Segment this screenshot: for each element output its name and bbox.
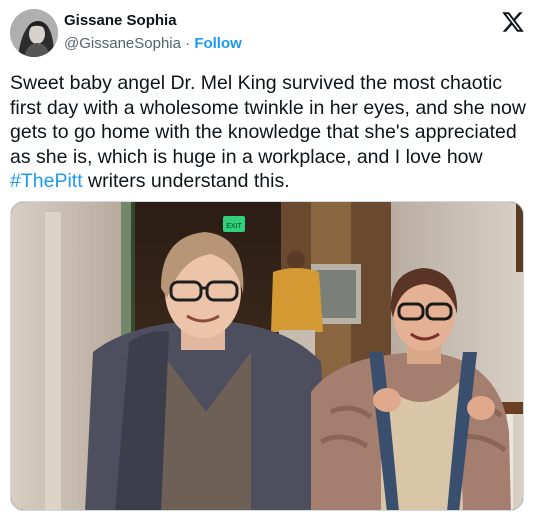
- author-display-name[interactable]: Gissane Sophia: [64, 12, 177, 29]
- avatar-photo-icon: [10, 9, 58, 57]
- tweet-text: Sweet baby angel Dr. Mel King survived t…: [10, 71, 530, 194]
- exit-sign-text: EXIT: [226, 223, 242, 230]
- author-handle-row: @GissaneSophia · Follow: [64, 35, 242, 52]
- x-logo-icon[interactable]: [501, 10, 525, 34]
- tweet-text-tail: writers understand this.: [82, 170, 290, 192]
- follow-button[interactable]: Follow: [194, 35, 242, 52]
- author-handle[interactable]: @GissaneSophia: [64, 35, 181, 52]
- tweet-photo[interactable]: EXIT: [10, 201, 524, 511]
- avatar[interactable]: [10, 9, 58, 57]
- hashtag-link[interactable]: #ThePitt: [10, 170, 83, 192]
- tweet-text-body: Sweet baby angel Dr. Mel King survived t…: [10, 72, 526, 168]
- separator: ·: [180, 35, 195, 52]
- photo-image: EXIT: [11, 202, 523, 510]
